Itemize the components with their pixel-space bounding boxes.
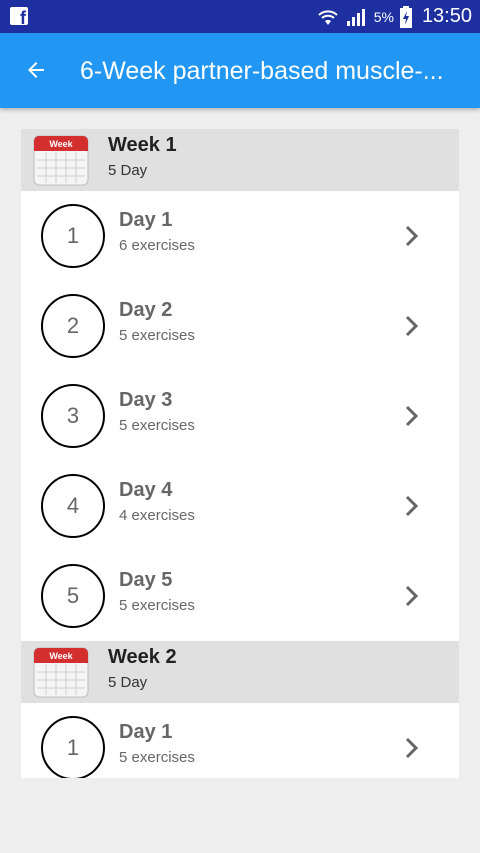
week-subtitle: 5 Day bbox=[108, 674, 148, 691]
day-number-circle: 1 bbox=[41, 716, 105, 778]
calendar-icon: Week bbox=[33, 135, 89, 186]
battery-percent: 5% bbox=[373, 8, 394, 25]
week-header[interactable]: Week Week 2 5 Day bbox=[21, 641, 459, 703]
week-section: Week Week 2 5 Day 1 Day 1 5 exercises bbox=[21, 641, 459, 778]
status-time: 13:50 bbox=[421, 5, 472, 27]
day-title: Day 1 bbox=[119, 721, 173, 743]
chevron-right-icon bbox=[405, 585, 419, 607]
day-subtitle: 5 exercises bbox=[119, 597, 195, 614]
chevron-right-icon bbox=[405, 495, 419, 517]
day-row[interactable]: 4 Day 4 4 exercises bbox=[21, 461, 459, 551]
day-subtitle: 5 exercises bbox=[119, 417, 195, 434]
day-subtitle: 5 exercises bbox=[119, 327, 195, 344]
day-row[interactable]: 2 Day 2 5 exercises bbox=[21, 281, 459, 371]
week-header[interactable]: Week Week 1 5 Day bbox=[21, 129, 459, 191]
chevron-right-icon bbox=[405, 737, 419, 759]
status-bar: f 5% 13:50 bbox=[0, 0, 480, 33]
chevron-right-icon bbox=[405, 405, 419, 427]
week-title: Week 1 bbox=[108, 134, 177, 156]
day-row[interactable]: 3 Day 3 5 exercises bbox=[21, 371, 459, 461]
day-title: Day 5 bbox=[119, 569, 173, 591]
signal-icon bbox=[346, 8, 365, 26]
day-number-circle: 2 bbox=[41, 294, 105, 358]
page-title: 6-Week partner-based muscle-... bbox=[80, 57, 444, 85]
wifi-icon bbox=[318, 9, 338, 25]
day-number-circle: 5 bbox=[41, 564, 105, 628]
calendar-label: Week bbox=[49, 139, 73, 149]
day-number-circle: 4 bbox=[41, 474, 105, 538]
day-row[interactable]: 5 Day 5 5 exercises bbox=[21, 551, 459, 641]
calendar-icon: Week bbox=[33, 647, 89, 698]
week-section: Week Week 1 5 Day 1 Day 1 6 exercises 2 … bbox=[21, 129, 459, 641]
day-row[interactable]: 1 Day 1 5 exercises bbox=[21, 703, 459, 778]
day-list: 1 Day 1 6 exercises 2 Day 2 5 exercises … bbox=[21, 191, 459, 641]
day-title: Day 4 bbox=[119, 479, 173, 501]
chevron-right-icon bbox=[405, 315, 419, 337]
status-icons: 5% 13:50 bbox=[316, 0, 472, 33]
arrow-left-icon bbox=[28, 62, 44, 78]
calendar-label: Week bbox=[49, 651, 73, 661]
day-row[interactable]: 1 Day 1 6 exercises bbox=[21, 191, 459, 281]
day-number-circle: 3 bbox=[41, 384, 105, 448]
battery-charging-icon bbox=[399, 5, 412, 28]
day-list: 1 Day 1 5 exercises bbox=[21, 703, 459, 778]
day-number-circle: 1 bbox=[41, 204, 105, 268]
facebook-icon: f bbox=[10, 7, 28, 27]
week-subtitle: 5 Day bbox=[108, 162, 148, 179]
day-subtitle: 4 exercises bbox=[119, 507, 195, 524]
day-subtitle: 5 exercises bbox=[119, 749, 195, 766]
day-subtitle: 6 exercises bbox=[119, 237, 195, 254]
back-button[interactable] bbox=[16, 50, 56, 90]
week-title: Week 2 bbox=[108, 646, 177, 668]
day-title: Day 2 bbox=[119, 299, 173, 321]
day-title: Day 3 bbox=[119, 389, 173, 411]
day-title: Day 1 bbox=[119, 209, 173, 231]
chevron-right-icon bbox=[405, 225, 419, 247]
app-bar: 6-Week partner-based muscle-... bbox=[0, 33, 480, 108]
week-list: Week Week 1 5 Day 1 Day 1 6 exercises 2 … bbox=[21, 129, 459, 778]
